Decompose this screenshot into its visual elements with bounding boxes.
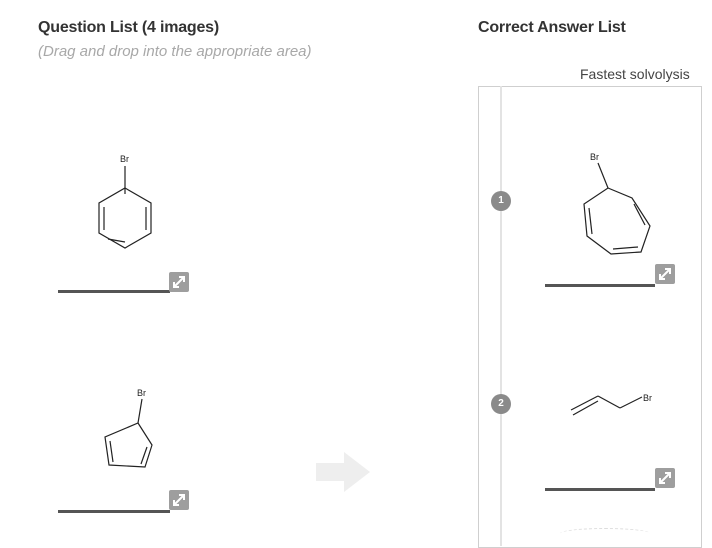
atom-label: Br — [643, 393, 652, 403]
bromocyclopentadiene-structure: Br — [104, 388, 153, 468]
question-list-subtitle: (Drag and drop into the appropriate area… — [38, 43, 312, 60]
fastest-solvolysis-label: Fastest solvolysis — [580, 66, 690, 82]
answer-item-2-underline — [545, 488, 655, 491]
expand-button[interactable] — [169, 490, 189, 510]
move-to-answer-button[interactable] — [316, 452, 370, 497]
expand-button[interactable] — [655, 468, 675, 488]
question-item-2-underline — [58, 510, 170, 513]
expand-button[interactable] — [655, 264, 675, 284]
rank-badge-2: 2 — [491, 394, 511, 414]
rank-track — [500, 86, 502, 546]
answer-item-1-underline — [545, 284, 655, 287]
question-item-bromobenzene[interactable]: Br — [90, 150, 170, 250]
question-list-title: Question List (4 images) — [38, 19, 220, 36]
bromocycloheptatriene-structure: Br — [583, 152, 651, 255]
atom-label: Br — [590, 152, 599, 162]
rank-badge-1: 1 — [491, 191, 511, 211]
expand-button[interactable] — [169, 272, 189, 292]
answer-item-allyl-bromide[interactable]: Br — [568, 386, 668, 426]
arrow-right-icon — [316, 452, 370, 492]
question-item-bromocyclopentadiene[interactable]: Br — [95, 385, 175, 475]
answer-item-bromocycloheptatriene[interactable]: Br — [575, 148, 665, 263]
answer-list-title: Correct Answer List — [478, 19, 626, 36]
expand-icon — [173, 276, 185, 288]
expand-icon — [659, 268, 671, 280]
drop-hint — [560, 528, 650, 539]
atom-label: Br — [137, 388, 146, 398]
expand-icon — [659, 472, 671, 484]
expand-icon — [173, 494, 185, 506]
allyl-bromide-structure: Br — [570, 393, 652, 416]
question-item-1-underline — [58, 290, 170, 293]
atom-label: Br — [120, 154, 129, 164]
bromobenzene-structure: Br — [98, 154, 152, 249]
